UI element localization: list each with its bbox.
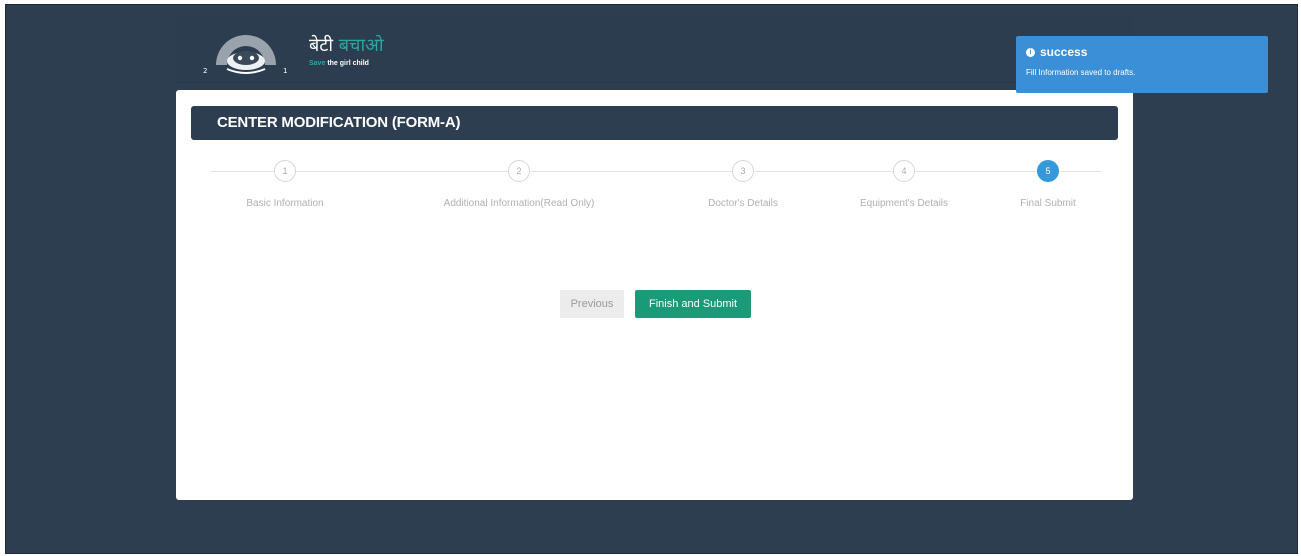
step-label: Additional Information(Read Only) — [443, 198, 595, 209]
step-number: 1 — [274, 160, 296, 182]
info-icon: i — [1026, 47, 1035, 57]
logo-hindi-text: बेटी बचाओ — [309, 35, 384, 56]
finish-and-submit-button[interactable]: Finish and Submit — [635, 290, 751, 318]
step-number: 3 — [732, 160, 754, 182]
step-number: 5 — [1037, 160, 1059, 182]
form-card: CENTER MODIFICATION (FORM-A) 1 Basic Inf… — [176, 90, 1133, 500]
beti-bachao-logo[interactable]: 2 1 बेटी बचाओ Save the girl child — [191, 21, 391, 77]
form-title: CENTER MODIFICATION (FORM-A) — [191, 106, 1118, 140]
step-additional-information[interactable]: 2 Additional Information(Read Only) — [409, 158, 629, 209]
logo-tagline: Save the girl child — [309, 60, 369, 67]
toast-header: i success — [1026, 45, 1258, 59]
step-number: 4 — [893, 160, 915, 182]
svg-text:2: 2 — [203, 67, 207, 75]
toast-title: success — [1040, 45, 1088, 59]
step-number: 2 — [508, 160, 530, 182]
step-final-submit[interactable]: 5 Final Submit — [938, 158, 1158, 209]
top-header: 2 1 बेटी बचाओ Save the girl child — [176, 15, 1133, 83]
previous-button[interactable]: Previous — [560, 290, 624, 318]
step-basic-information[interactable]: 1 Basic Information — [175, 158, 395, 209]
step-label: Basic Information — [246, 198, 324, 209]
girl-child-emblem-icon: 2 1 — [203, 35, 287, 75]
success-toast[interactable]: i success Fill Information saved to draf… — [1016, 36, 1268, 93]
step-label: Final Submit — [1020, 198, 1076, 209]
form-stepper: 1 Basic Information 2 Additional Informa… — [191, 158, 1118, 218]
svg-text:1: 1 — [283, 67, 287, 75]
toast-message: Fill Information saved to drafts. — [1026, 68, 1136, 77]
